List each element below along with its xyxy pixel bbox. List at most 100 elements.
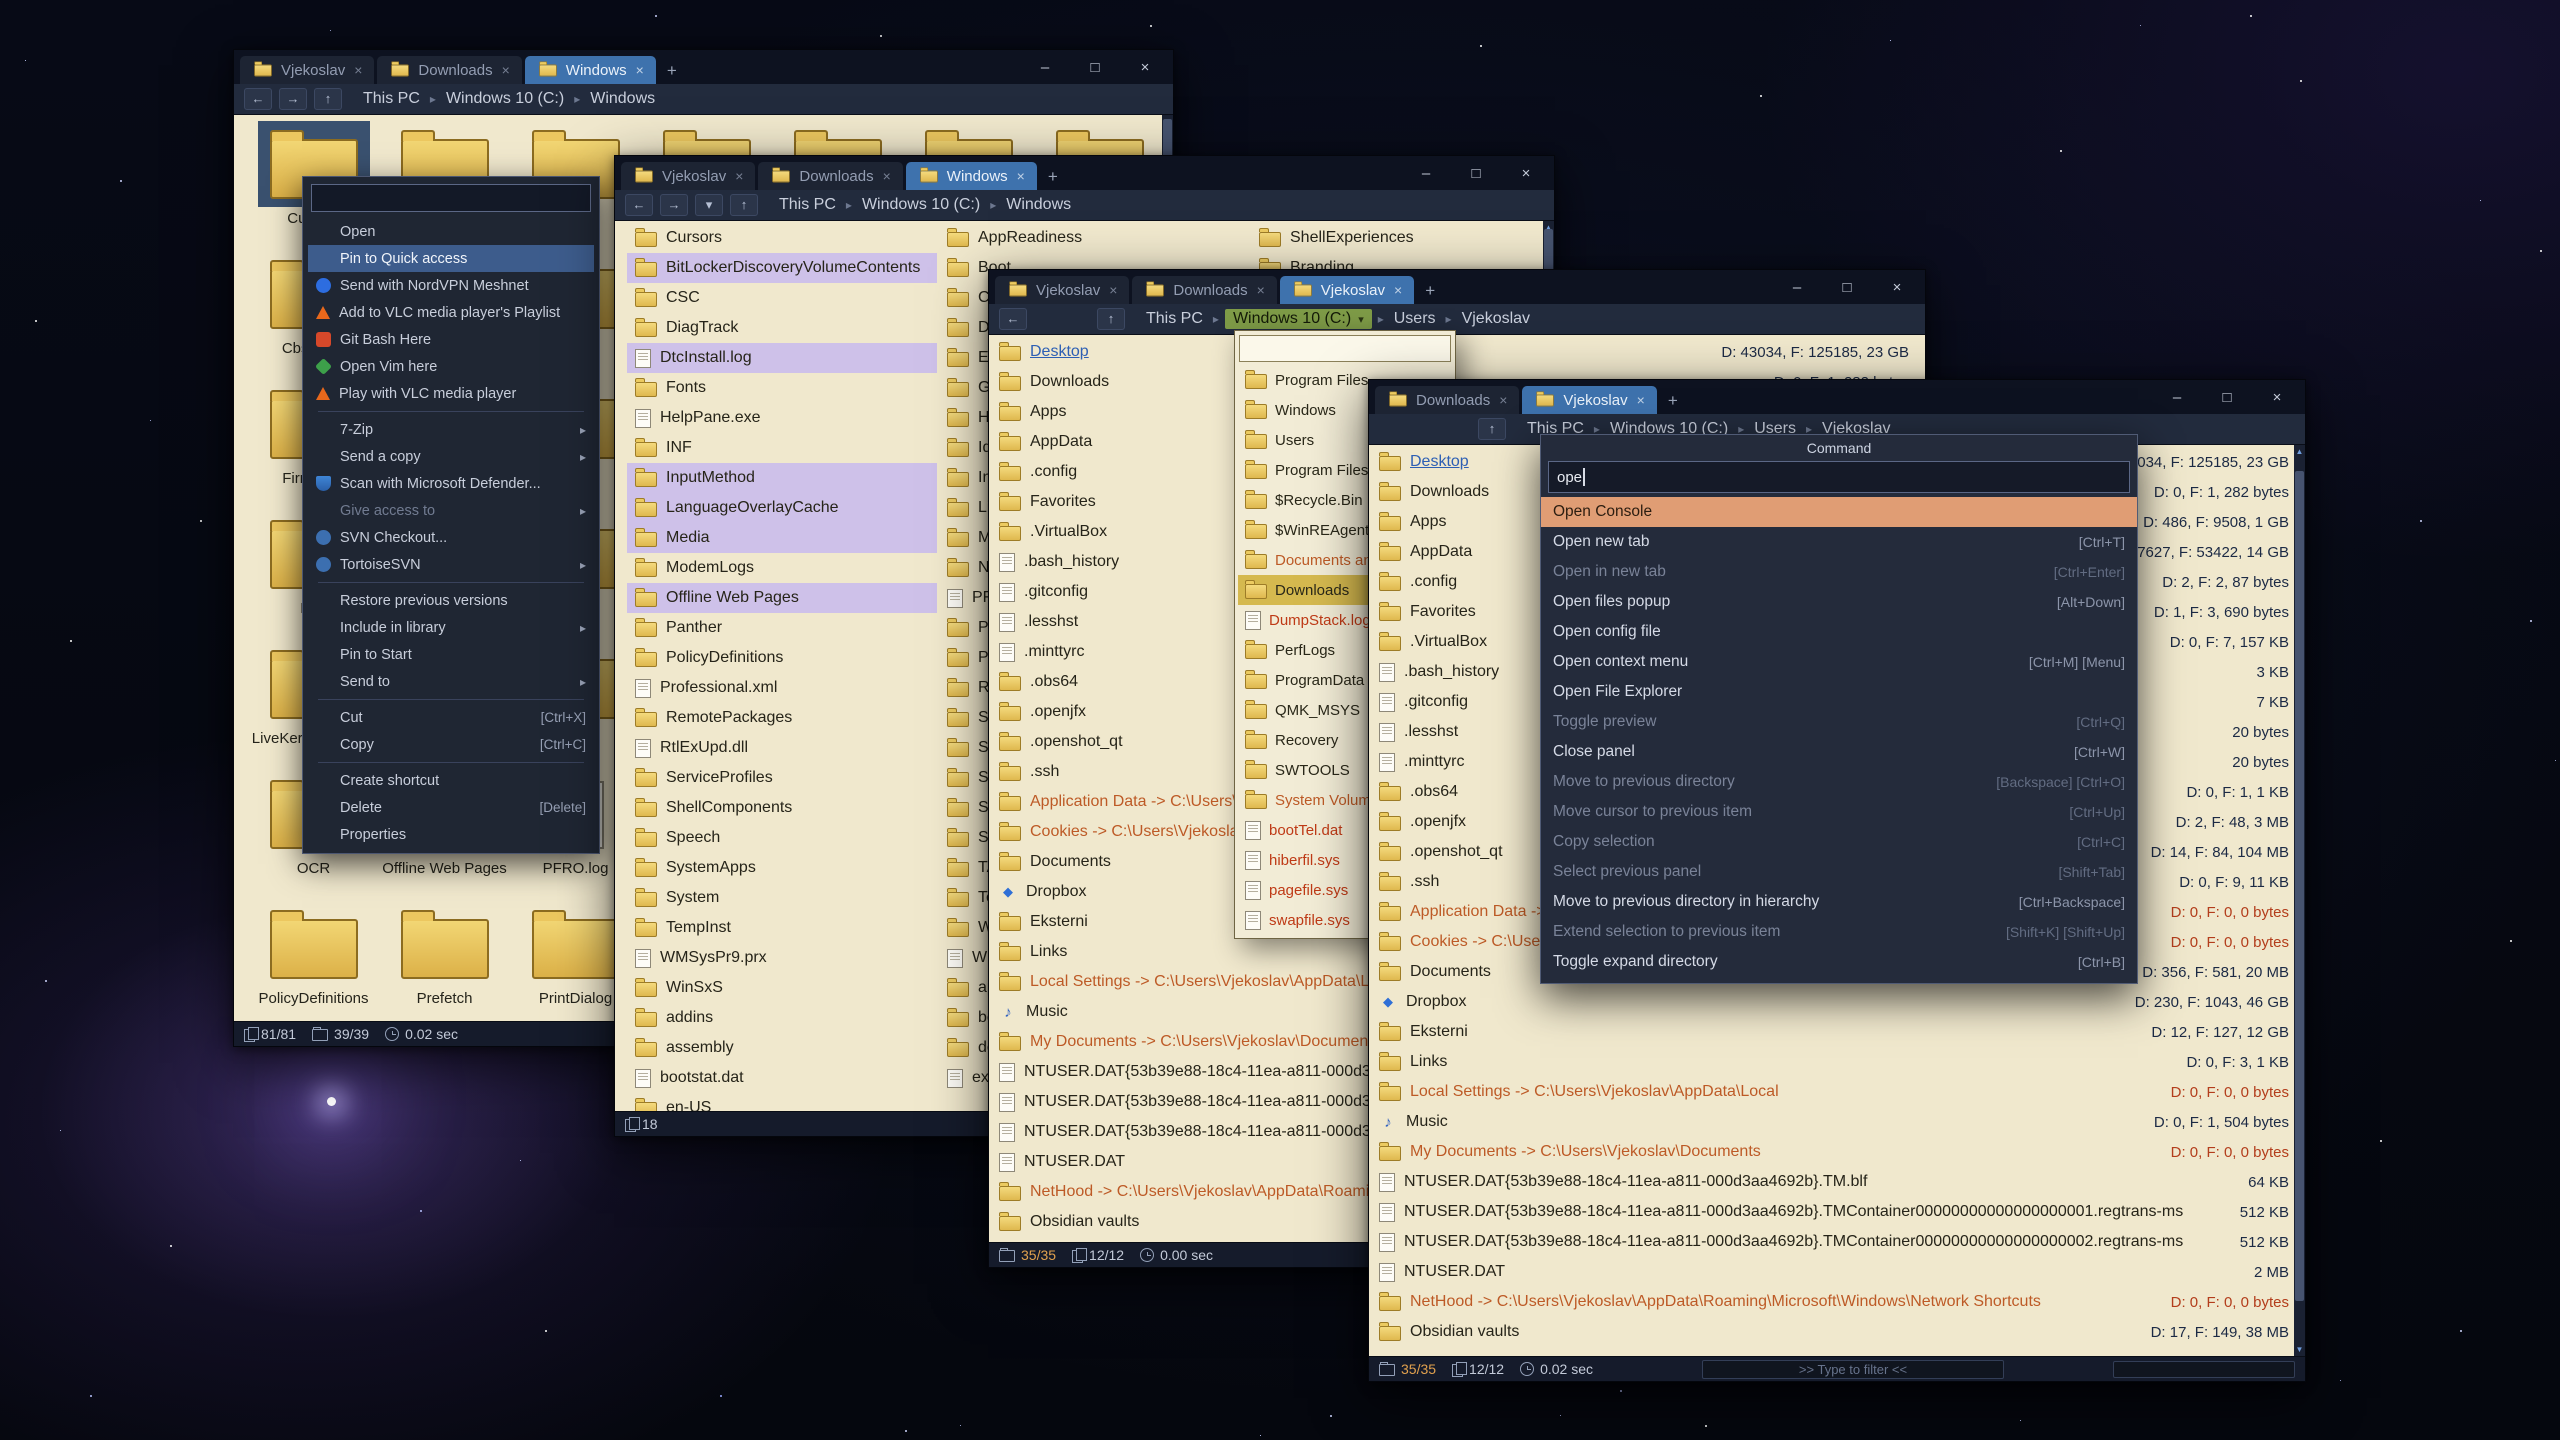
scrollbar[interactable]: ▲▼ bbox=[2294, 445, 2305, 1356]
command-item-extend-selection-to-previous-item[interactable]: Extend selection to previous item[Shift+… bbox=[1541, 917, 2137, 947]
nav-up-button[interactable]: ↑ bbox=[1478, 418, 1506, 440]
menu-item-send-to[interactable]: Send to▸ bbox=[308, 668, 594, 695]
grid-item[interactable]: PolicyDefinitions bbox=[248, 901, 379, 1021]
file-row[interactable]: NTUSER.DAT{53b39e88-18c4-11ea-a811-000d3… bbox=[1369, 1167, 2305, 1197]
file-row[interactable]: NTUSER.DAT{53b39e88-18c4-11ea-a811-000d3… bbox=[1369, 1227, 2305, 1257]
breadcrumb-windows-10-c[interactable]: Windows 10 (C:)▾ bbox=[1225, 309, 1372, 329]
file-row[interactable]: DiagTrack bbox=[627, 313, 937, 343]
tab-vjekoslav[interactable]: Vjekoslav× bbox=[1280, 276, 1414, 304]
new-tab-button[interactable]: + bbox=[659, 58, 685, 84]
tab-bar[interactable]: Vjekoslav×Downloads×Windows×+–□× bbox=[615, 156, 1554, 190]
nav-fwd-button[interactable]: → bbox=[660, 194, 688, 216]
dropdown-filter-input[interactable] bbox=[1239, 335, 1451, 362]
command-item-move-to-previous-directory[interactable]: Move to previous directory[Backspace] [C… bbox=[1541, 767, 2137, 797]
command-item-open-in-new-tab[interactable]: Open in new tab[Ctrl+Enter] bbox=[1541, 557, 2137, 587]
file-row[interactable]: WinSxS bbox=[627, 973, 937, 1003]
command-item-move-cursor-to-previous-item[interactable]: Move cursor to previous item[Ctrl+Up] bbox=[1541, 797, 2137, 827]
menu-item-scan-with-microsoft-defender[interactable]: Scan with Microsoft Defender... bbox=[308, 470, 594, 497]
filter-box[interactable]: >> Type to filter << bbox=[1702, 1360, 2004, 1379]
file-row[interactable]: WMSysPr9.prx bbox=[627, 943, 937, 973]
file-row[interactable]: PolicyDefinitions bbox=[627, 643, 937, 673]
minimize-button[interactable]: – bbox=[1418, 165, 1434, 182]
context-menu-filter-input[interactable] bbox=[311, 184, 591, 212]
breadcrumb-windows-10-c[interactable]: Windows 10 (C:) bbox=[442, 89, 568, 109]
menu-item-delete[interactable]: Delete[Delete] bbox=[308, 794, 594, 821]
nav-up-button[interactable]: ↑ bbox=[314, 88, 342, 110]
menu-item-send-with-nordvpn-meshnet[interactable]: Send with NordVPN Meshnet bbox=[308, 272, 594, 299]
tab-downloads[interactable]: Downloads× bbox=[1375, 386, 1519, 414]
tab-close-icon[interactable]: × bbox=[636, 62, 644, 78]
file-row[interactable]: EksterniD: 12, F: 127, 12 GB bbox=[1369, 1017, 2305, 1047]
tab-downloads[interactable]: Downloads× bbox=[758, 162, 902, 190]
tab-bar[interactable]: Vjekoslav×Downloads×Windows×+–□× bbox=[234, 50, 1173, 84]
command-item-open-files-popup[interactable]: Open files popup[Alt+Down] bbox=[1541, 587, 2137, 617]
command-item-open-config-file[interactable]: Open config file bbox=[1541, 617, 2137, 647]
grid-item[interactable]: Prefetch bbox=[379, 901, 510, 1021]
tab-vjekoslav[interactable]: Vjekoslav× bbox=[995, 276, 1129, 304]
file-row[interactable]: ShellComponents bbox=[627, 793, 937, 823]
close-button[interactable]: × bbox=[1137, 59, 1153, 76]
breadcrumb-this-pc[interactable]: This PC bbox=[1142, 309, 1207, 329]
tab-close-icon[interactable]: × bbox=[502, 62, 510, 78]
file-row[interactable]: Cursors bbox=[627, 223, 937, 253]
file-row[interactable]: Speech bbox=[627, 823, 937, 853]
menu-item-open-vim-here[interactable]: Open Vim here bbox=[308, 353, 594, 380]
file-row[interactable]: Fonts bbox=[627, 373, 937, 403]
nav-menu-button[interactable]: ▾ bbox=[695, 194, 723, 216]
scroll-up-icon[interactable]: ▲ bbox=[2294, 445, 2305, 458]
tab-downloads[interactable]: Downloads× bbox=[377, 56, 521, 84]
menu-item-properties[interactable]: Properties bbox=[308, 821, 594, 848]
breadcrumb-vjekoslav[interactable]: Vjekoslav bbox=[1458, 309, 1534, 329]
file-row[interactable]: Local Settings -> C:\Users\Vjekoslav\App… bbox=[1369, 1077, 2305, 1107]
menu-item-play-with-vlc-media-player[interactable]: Play with VLC media player bbox=[308, 380, 594, 407]
menu-item-add-to-vlc-media-player-s-playlist[interactable]: Add to VLC media player's Playlist bbox=[308, 299, 594, 326]
command-item-toggle-expand-directory[interactable]: Toggle expand directory[Ctrl+B] bbox=[1541, 947, 2137, 977]
file-row[interactable]: NetHood -> C:\Users\Vjekoslav\AppData\Ro… bbox=[1369, 1287, 2305, 1317]
menu-item-git-bash-here[interactable]: Git Bash Here bbox=[308, 326, 594, 353]
tab-close-icon[interactable]: × bbox=[735, 168, 743, 184]
file-row[interactable]: TempInst bbox=[627, 913, 937, 943]
menu-item-restore-previous-versions[interactable]: Restore previous versions bbox=[308, 587, 594, 614]
file-row[interactable]: LinksD: 0, F: 3, 1 KB bbox=[1369, 1047, 2305, 1077]
tab-vjekoslav[interactable]: Vjekoslav× bbox=[1522, 386, 1656, 414]
file-row[interactable]: SystemApps bbox=[627, 853, 937, 883]
file-row[interactable]: RtlExUpd.dll bbox=[627, 733, 937, 763]
menu-item-pin-to-start[interactable]: Pin to Start bbox=[308, 641, 594, 668]
tab-vjekoslav[interactable]: Vjekoslav× bbox=[240, 56, 374, 84]
file-row[interactable]: Obsidian vaultsD: 17, F: 149, 38 MB bbox=[1369, 1317, 2305, 1347]
tab-windows[interactable]: Windows× bbox=[525, 56, 656, 84]
status-input[interactable] bbox=[2113, 1361, 2295, 1378]
command-item-toggle-preview[interactable]: Toggle preview[Ctrl+Q] bbox=[1541, 707, 2137, 737]
file-row[interactable]: en-US bbox=[627, 1093, 937, 1111]
tab-bar[interactable]: Vjekoslav×Downloads×Vjekoslav×+–□× bbox=[989, 270, 1925, 304]
menu-item-create-shortcut[interactable]: Create shortcut bbox=[308, 767, 594, 794]
tab-close-icon[interactable]: × bbox=[883, 168, 891, 184]
nav-up-button[interactable]: ↑ bbox=[1097, 308, 1125, 330]
tab-vjekoslav[interactable]: Vjekoslav× bbox=[621, 162, 755, 190]
file-row[interactable]: InputMethod bbox=[627, 463, 937, 493]
tab-windows[interactable]: Windows× bbox=[906, 162, 1037, 190]
file-row[interactable]: ♪MusicD: 0, F: 1, 504 bytes bbox=[1369, 1107, 2305, 1137]
nav-back-button[interactable]: ← bbox=[999, 308, 1027, 330]
command-item-close-panel[interactable]: Close panel[Ctrl+W] bbox=[1541, 737, 2137, 767]
file-row[interactable]: My Documents -> C:\Users\Vjekoslav\Docum… bbox=[1369, 1137, 2305, 1167]
close-button[interactable]: × bbox=[1889, 279, 1905, 296]
minimize-button[interactable]: – bbox=[1789, 279, 1805, 296]
file-row[interactable]: bootstat.dat bbox=[627, 1063, 937, 1093]
new-tab-button[interactable]: + bbox=[1040, 164, 1066, 190]
breadcrumb-windows[interactable]: Windows bbox=[586, 89, 659, 109]
file-row[interactable]: Professional.xml bbox=[627, 673, 937, 703]
close-button[interactable]: × bbox=[2269, 389, 2285, 406]
menu-item-pin-to-quick-access[interactable]: Pin to Quick access bbox=[308, 245, 594, 272]
minimize-button[interactable]: – bbox=[1037, 59, 1053, 76]
menu-item-copy[interactable]: Copy[Ctrl+C] bbox=[308, 731, 594, 758]
tab-close-icon[interactable]: × bbox=[1499, 392, 1507, 408]
tab-downloads[interactable]: Downloads× bbox=[1132, 276, 1276, 304]
file-row[interactable]: AppReadiness bbox=[939, 223, 1249, 253]
breadcrumb-this-pc[interactable]: This PC bbox=[775, 195, 840, 215]
minimize-button[interactable]: – bbox=[2169, 389, 2185, 406]
tab-close-icon[interactable]: × bbox=[1257, 282, 1265, 298]
close-button[interactable]: × bbox=[1518, 165, 1534, 182]
breadcrumb-users[interactable]: Users bbox=[1390, 309, 1440, 329]
tab-close-icon[interactable]: × bbox=[1017, 168, 1025, 184]
